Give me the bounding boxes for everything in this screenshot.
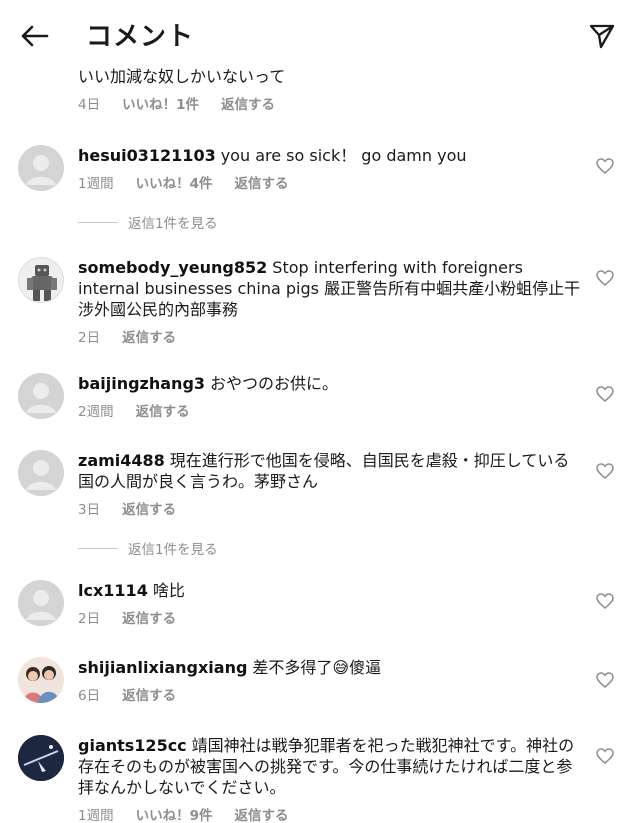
- default-avatar-icon: [18, 373, 64, 419]
- avatar[interactable]: [18, 657, 64, 703]
- back-button[interactable]: [14, 18, 54, 54]
- comment-time: 3日: [78, 502, 101, 518]
- comment-body: baijingzhang3 おやつのお供に。 2週間 返信する: [78, 373, 583, 420]
- heart-icon: [596, 463, 614, 479]
- view-replies-label: 返信1件を見る: [128, 542, 218, 558]
- comment-body: somebody_yeung852 Stop interfering with f…: [78, 257, 583, 346]
- divider-line: [78, 547, 118, 549]
- like-button[interactable]: [596, 463, 616, 481]
- comment-meta: 6日 返信する: [78, 684, 583, 704]
- comment-username[interactable]: lcx1114: [78, 581, 148, 600]
- avatar[interactable]: [18, 450, 64, 496]
- heart-icon: [596, 593, 614, 609]
- comment-text: 啥比: [152, 581, 185, 600]
- default-avatar-icon: [18, 145, 64, 191]
- reply-button[interactable]: 返信する: [122, 498, 176, 518]
- photo-avatar-icon: [18, 735, 64, 781]
- likes-count[interactable]: いいね！4件: [136, 172, 213, 192]
- comment-username[interactable]: zami4488: [78, 451, 165, 470]
- comment-body: zami4488 現在進行形で他国を侵略、自国民を虐殺・抑圧している国の人間が良く…: [78, 450, 583, 518]
- like-button[interactable]: [596, 270, 616, 288]
- avatar[interactable]: [18, 580, 64, 626]
- heart-icon: [596, 748, 614, 764]
- comment-meta: 2週間 返信する: [78, 400, 583, 420]
- avatar[interactable]: [18, 735, 64, 781]
- comment-body: shijianlixiangxiang 差不多得了😅傻逼 6日 返信する: [78, 657, 583, 704]
- view-replies-button[interactable]: 返信1件を見る: [78, 212, 218, 232]
- view-replies-label: 返信1件を見る: [128, 216, 218, 232]
- reply-button[interactable]: 返信する: [122, 607, 176, 627]
- page-title: コメント: [86, 22, 195, 52]
- comment-time: 2週間: [78, 404, 114, 420]
- comment-meta: 2日 返信する: [78, 607, 583, 627]
- like-button[interactable]: [596, 672, 616, 690]
- reply-button[interactable]: 返信する: [235, 804, 289, 823]
- share-button[interactable]: [582, 18, 622, 54]
- likes-count[interactable]: いいね！9件: [136, 804, 213, 823]
- comment-username[interactable]: somebody_yeung852: [78, 258, 267, 277]
- avatar[interactable]: [18, 373, 64, 419]
- default-avatar-icon: [18, 580, 64, 626]
- like-button[interactable]: [596, 748, 616, 766]
- reply-button[interactable]: 返信する: [221, 93, 275, 113]
- comment-username[interactable]: baijingzhang3: [78, 374, 205, 393]
- comment-meta: 4日 いいね！1件 返信する: [78, 93, 583, 113]
- comment-time: 1週間: [78, 176, 114, 192]
- send-icon: [589, 24, 615, 49]
- comment-body: giants125cc 靖国神社は戦争犯罪者を祀った戦犯神社です。神社の存在そのも…: [78, 735, 583, 823]
- comment-meta: 3日 返信する: [78, 498, 583, 518]
- comment-time: 2日: [78, 330, 101, 346]
- back-arrow-icon: [21, 25, 49, 47]
- like-button[interactable]: [596, 593, 616, 611]
- reply-button[interactable]: 返信する: [122, 684, 176, 704]
- comment-meta: 2日 返信する: [78, 326, 583, 346]
- reply-button[interactable]: 返信する: [122, 326, 176, 346]
- divider-line: [78, 221, 118, 223]
- reply-button[interactable]: 返信する: [136, 400, 190, 420]
- avatar[interactable]: [18, 257, 64, 303]
- heart-icon: [596, 158, 614, 174]
- comment-body: lcx1114 啥比 2日 返信する: [78, 580, 583, 627]
- comment-username[interactable]: hesui03121103: [78, 146, 216, 165]
- reply-button[interactable]: 返信する: [235, 172, 289, 192]
- comment-meta: 1週間 いいね！9件 返信する: [78, 804, 583, 823]
- likes-count[interactable]: いいね！1件: [122, 93, 199, 113]
- like-button[interactable]: [596, 386, 616, 404]
- comment-time: 6日: [78, 688, 101, 704]
- comment-meta: 1週間 いいね！4件 返信する: [78, 172, 583, 192]
- default-avatar-icon: [18, 450, 64, 496]
- comment-time: 4日: [78, 97, 101, 113]
- photo-avatar-icon: [18, 657, 64, 703]
- header-bar: コメント: [0, 0, 640, 68]
- comment-username[interactable]: shijianlixiangxiang: [78, 658, 247, 677]
- heart-icon: [596, 672, 614, 688]
- comment-text: おやつのお供に。: [210, 374, 339, 393]
- comment-body: hesui03121103 you are so sick！ go damn yo…: [78, 145, 583, 192]
- robot-avatar-icon: [19, 258, 63, 302]
- like-button[interactable]: [596, 158, 616, 176]
- comment-text: 差不多得了😅傻逼: [252, 658, 382, 677]
- comment-text: いい加減な奴しかいないって: [78, 67, 286, 86]
- comment-time: 2日: [78, 611, 101, 627]
- view-replies-button[interactable]: 返信1件を見る: [78, 538, 218, 558]
- comment-body: いい加減な奴しかいないって 4日 いいね！1件 返信する: [78, 66, 583, 113]
- comment-time: 1週間: [78, 808, 114, 823]
- comment-text: you are so sick！ go damn you: [220, 146, 467, 165]
- heart-icon: [596, 270, 614, 286]
- heart-icon: [596, 386, 614, 402]
- comment-username[interactable]: giants125cc: [78, 736, 187, 755]
- avatar[interactable]: [18, 145, 64, 191]
